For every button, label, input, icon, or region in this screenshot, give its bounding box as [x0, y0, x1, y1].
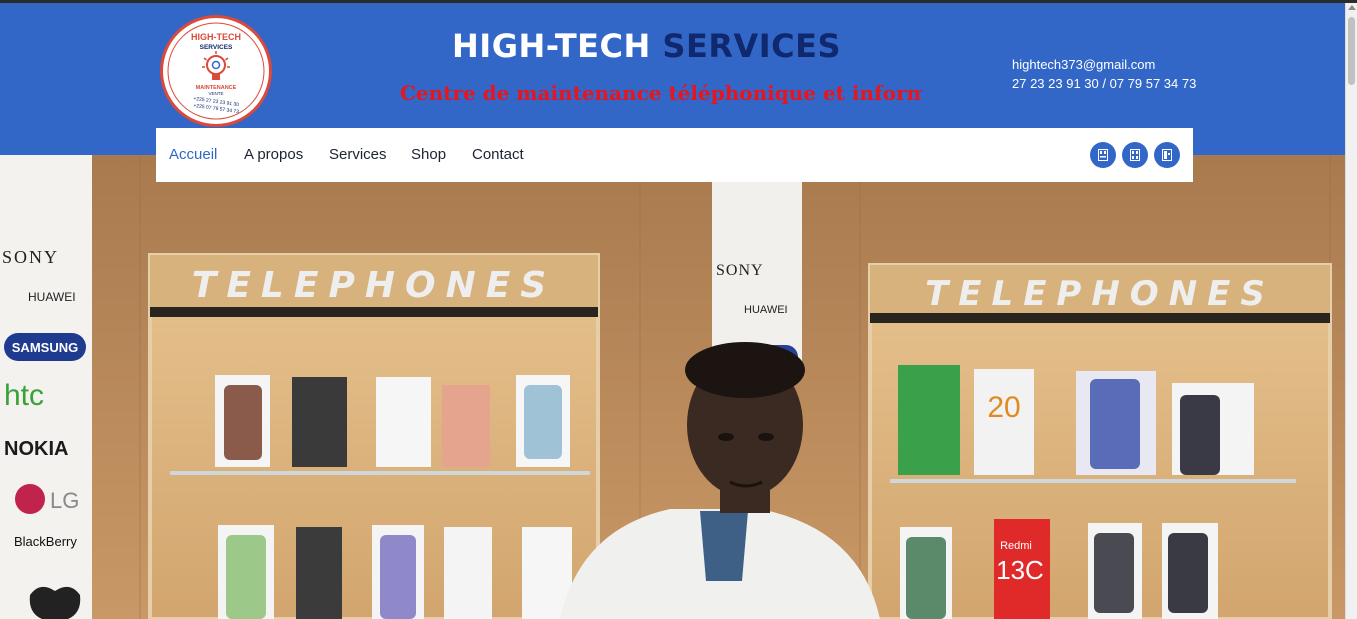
- page-scrollbar[interactable]: [1345, 3, 1357, 619]
- site-title: HIGH-TECH SERVICES: [452, 27, 841, 65]
- banner-brand-blackberry: BlackBerry: [14, 534, 77, 549]
- nav-item-services[interactable]: Services: [329, 146, 387, 163]
- showcase-sign-right: TELEPHONES: [925, 274, 1275, 314]
- main-navigation: Accueil A propos Services Shop Contact: [156, 128, 1193, 182]
- hero-shop-photo: SONY HUAWEI SAMSUNG htc NOKIA LG BlackBe…: [0, 155, 1345, 619]
- header-contact: hightech373@gmail.com 27 23 23 91 30 / 0…: [1012, 55, 1196, 93]
- nav-item-a-propos[interactable]: A propos: [244, 146, 303, 163]
- showcase-sign-left: TELEPHONES: [192, 265, 556, 306]
- center-brand-huawei: HUAWEI: [744, 304, 788, 316]
- box-label-13c: 13C: [996, 555, 1044, 585]
- logo-vente-text: VENTE: [208, 91, 223, 96]
- site-tagline: Centre de maintenance téléphonique et in…: [400, 81, 922, 105]
- scroll-up-arrow-icon[interactable]: [1348, 5, 1356, 10]
- center-brand-sony: SONY: [716, 262, 764, 279]
- social-icon-1[interactable]: [1090, 142, 1116, 168]
- logo-title-text: HIGH-TECH: [191, 32, 241, 42]
- nav-item-accueil[interactable]: Accueil: [169, 146, 217, 163]
- site-logo[interactable]: HIGH-TECH SERVICES MAINTENANCE VENTE +22…: [160, 15, 272, 127]
- site-title-part2: SERVICES: [662, 27, 842, 65]
- banner-brand-huawei: HUAWEI: [28, 290, 76, 304]
- banner-brand-sony: SONY: [2, 247, 59, 267]
- nav-item-contact[interactable]: Contact: [472, 146, 524, 163]
- banner-brand-htc: htc: [4, 379, 44, 412]
- banner-brand-nokia: NOKIA: [4, 438, 68, 460]
- banner-brand-lg: LG: [50, 488, 79, 513]
- phone-boxes-left-top: [215, 375, 570, 467]
- social-icon-3[interactable]: [1154, 142, 1180, 168]
- scrollbar-thumb[interactable]: [1348, 17, 1355, 85]
- nav-item-shop[interactable]: Shop: [411, 146, 446, 163]
- social-glyph-3-icon: [1162, 149, 1172, 161]
- social-icon-2[interactable]: [1122, 142, 1148, 168]
- hero-banner-image: SONY HUAWEI SAMSUNG htc NOKIA LG BlackBe…: [0, 155, 1345, 619]
- social-glyph-1-icon: [1098, 149, 1108, 161]
- site-title-part1: HIGH-TECH: [452, 27, 651, 65]
- logo-emblem: HIGH-TECH SERVICES MAINTENANCE VENTE +22…: [167, 22, 265, 120]
- contact-phones: 27 23 23 91 30 / 07 79 57 34 73: [1012, 76, 1197, 91]
- logo-services-text: SERVICES: [200, 44, 233, 51]
- contact-email[interactable]: hightech373@gmail.com: [1012, 55, 1196, 74]
- box-label-redmi: Redmi: [1000, 540, 1032, 552]
- box-label-20: 20: [987, 391, 1020, 424]
- social-glyph-2-icon: [1130, 149, 1140, 161]
- banner-brand-samsung: SAMSUNG: [12, 340, 78, 355]
